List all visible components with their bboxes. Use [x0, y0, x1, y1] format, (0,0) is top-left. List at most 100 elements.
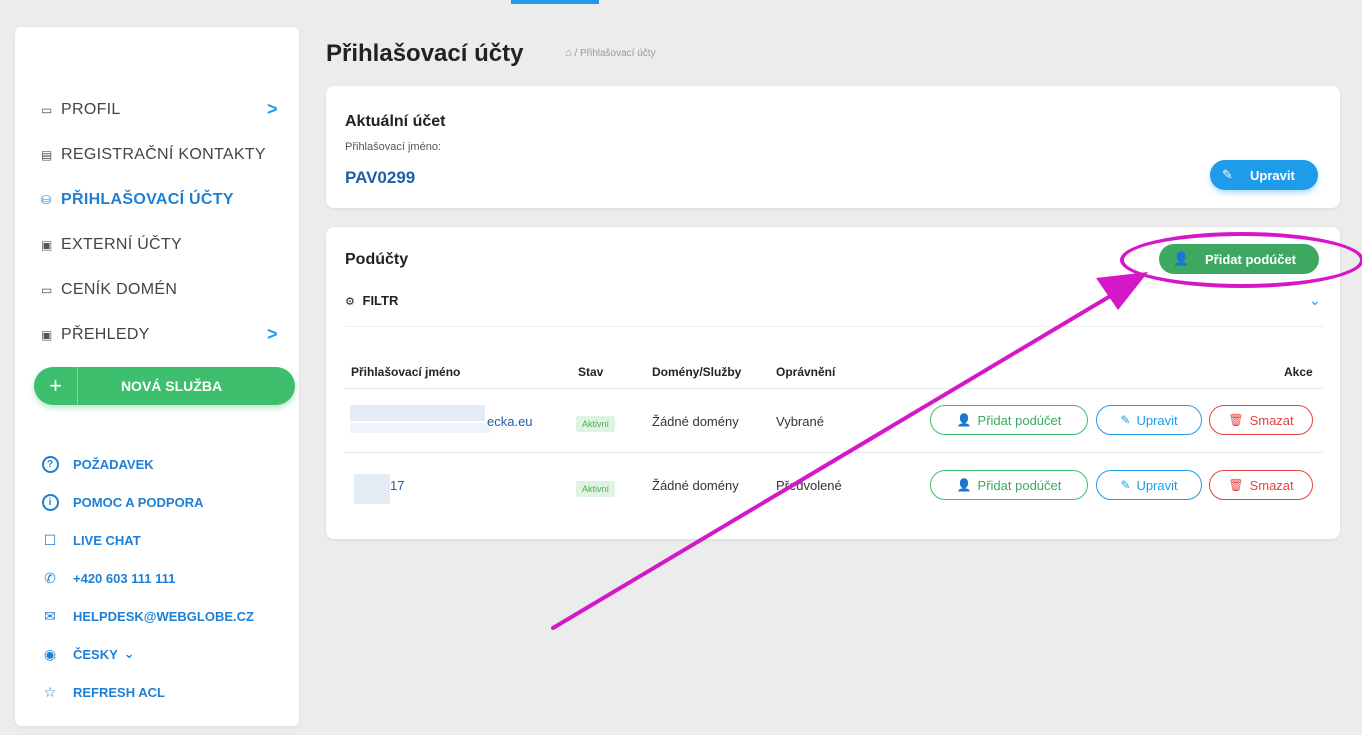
- support-item-refresh-acl[interactable]: ☆ REFRESH ACL: [41, 673, 301, 711]
- redacted-block: [350, 405, 485, 421]
- support-item-pomoc[interactable]: i POMOC A PODPORA: [41, 483, 301, 521]
- sidebar-item-cenik-domen[interactable]: ▭ CENÍK DOMÉN: [41, 267, 281, 312]
- row-login[interactable]: 17: [390, 478, 404, 493]
- sidebar-item-registracni-kontakty[interactable]: ▤ REGISTRAČNÍ KONTAKTY: [41, 132, 281, 177]
- support-item-label: POŽADAVEK: [73, 456, 154, 472]
- home-icon[interactable]: ⌂: [565, 47, 572, 59]
- window-icon: ▣: [41, 237, 53, 252]
- support-links: ? POŽADAVEK i POMOC A PODPORA ☐ LIVE CHA…: [41, 445, 301, 711]
- column-header-domains: Domény/Služby: [652, 365, 742, 379]
- divider: [345, 388, 1323, 389]
- sidebar-nav: ▭ PROFIL > ▤ REGISTRAČNÍ KONTAKTY ⛁ PŘIH…: [41, 87, 281, 357]
- star-icon: ☆: [43, 683, 57, 700]
- action-label: Upravit: [1136, 477, 1178, 493]
- support-item-label: REFRESH ACL: [73, 684, 165, 700]
- subaccounts-title: Podúčty: [345, 251, 409, 268]
- column-header-rights: Oprávnění: [776, 365, 836, 379]
- divider: [345, 452, 1323, 453]
- sidebar-item-externi-ucty[interactable]: ▣ EXTERNÍ ÚČTY: [41, 222, 281, 267]
- divider: [345, 326, 1323, 327]
- breadcrumb: ⌂ / Přihlašovací účty: [565, 47, 656, 59]
- action-label: Smazat: [1249, 412, 1294, 428]
- chevron-right-icon: >: [267, 324, 278, 344]
- page-title: Přihlašovací účty: [326, 40, 524, 67]
- action-label: Přidat podúčet: [977, 477, 1062, 493]
- question-circle-icon: ?: [41, 455, 59, 473]
- users-icon: ⛁: [41, 192, 52, 207]
- sidebar-item-label: EXTERNÍ ÚČTY: [61, 235, 182, 253]
- sidebar-item-prihlasovaci-ucty[interactable]: ⛁ PŘIHLAŠOVACÍ ÚČTY: [41, 177, 281, 222]
- action-label: Přidat podúčet: [977, 412, 1062, 428]
- add-subaccount-button[interactable]: 👤 Přidat podúčet: [930, 405, 1088, 435]
- redacted-block: [354, 474, 390, 504]
- info-circle-icon: i: [41, 493, 59, 511]
- edit-icon: ✎: [1222, 167, 1233, 182]
- add-user-icon: 👤: [1173, 251, 1190, 266]
- action-label: Upravit: [1136, 412, 1178, 428]
- sidebar-item-label: REGISTRAČNÍ KONTAKTY: [61, 145, 266, 163]
- edit-button[interactable]: ✎ Upravit: [1096, 405, 1202, 435]
- language-label: ČESKY: [73, 646, 118, 662]
- delete-button[interactable]: 🗑 Smazat: [1209, 470, 1313, 500]
- current-login-name: PAV0299: [345, 168, 416, 187]
- support-item-live-chat[interactable]: ☐ LIVE CHAT: [41, 521, 301, 559]
- delete-button[interactable]: 🗑 Smazat: [1209, 405, 1313, 435]
- add-subaccount-button[interactable]: 👤 Přidat podúčet: [930, 470, 1088, 500]
- edit-account-button[interactable]: ✎ Upravit: [1210, 160, 1318, 190]
- current-account-title: Aktuální účet: [345, 113, 446, 130]
- action-label: Smazat: [1249, 477, 1294, 493]
- support-item-label: HELPDESK@WEBGLOBE.CZ: [73, 608, 254, 624]
- edit-button-label: Upravit: [1250, 167, 1295, 183]
- language-selector[interactable]: ◉ ČESKY ⌄: [41, 635, 301, 673]
- support-item-email[interactable]: ✉ HELPDESK@WEBGLOBE.CZ: [41, 597, 301, 635]
- sidebar-item-label: CENÍK DOMÉN: [61, 280, 178, 298]
- edit-icon: ✎: [1120, 478, 1131, 492]
- row-domains: Žádné domény: [652, 478, 739, 493]
- add-user-icon: 👤: [956, 478, 972, 492]
- current-account-card: Aktuální účet Přihlašovací jméno: PAV029…: [326, 86, 1340, 208]
- new-service-button[interactable]: + NOVÁ SLUŽBA: [34, 367, 295, 405]
- new-service-label: NOVÁ SLUŽBA: [120, 378, 223, 394]
- column-header-login: Přihlašovací jméno: [351, 365, 461, 379]
- contacts-list-icon: ▤: [41, 147, 53, 162]
- add-subaccount-button[interactable]: 👤 Přidat podúčet: [1159, 244, 1319, 274]
- chevron-right-icon: >: [267, 99, 278, 119]
- support-item-label: +420 603 111 111: [73, 570, 176, 586]
- plus-icon: +: [34, 367, 78, 405]
- status-badge: Aktivní: [576, 416, 616, 432]
- row-rights: Vybrané: [776, 414, 824, 429]
- sidebar-item-label: PŘEHLEDY: [61, 325, 150, 343]
- sidebar-item-label: PROFIL: [61, 100, 121, 118]
- globe-icon: ◉: [43, 645, 57, 662]
- chat-bubble-icon: ☐: [43, 531, 57, 548]
- row-domains: Žádné domény: [652, 414, 739, 429]
- column-header-status: Stav: [578, 365, 604, 379]
- edit-button[interactable]: ✎ Upravit: [1096, 470, 1202, 500]
- trash-icon: 🗑: [1228, 413, 1244, 427]
- edit-icon: ✎: [1120, 413, 1131, 427]
- breadcrumb-current: / Přihlašovací účty: [574, 48, 656, 59]
- sidebar: ▭ PROFIL > ▤ REGISTRAČNÍ KONTAKTY ⛁ PŘIH…: [15, 27, 299, 726]
- support-item-pozadavek[interactable]: ? POŽADAVEK: [41, 445, 301, 483]
- sidebar-item-label: PŘIHLAŠOVACÍ ÚČTY: [61, 190, 234, 208]
- redacted-block: [350, 423, 490, 433]
- chevron-down-icon[interactable]: ⌄: [1309, 292, 1321, 309]
- sidebar-item-prehledy[interactable]: ▣ PŘEHLEDY >: [41, 312, 281, 357]
- filter-cogs-icon: ⚙: [345, 296, 355, 308]
- column-header-actions: Akce: [1284, 365, 1313, 379]
- filter-toggle[interactable]: ⚙ FILTR: [345, 293, 398, 308]
- filter-label: FILTR: [362, 293, 399, 308]
- phone-icon: ✆: [44, 569, 56, 586]
- top-accent-bar: [511, 0, 599, 4]
- support-item-phone[interactable]: ✆ +420 603 111 111: [41, 559, 301, 597]
- status-badge: Aktivní: [576, 481, 616, 497]
- id-card-icon: ▭: [41, 102, 53, 117]
- mail-icon: ✉: [44, 607, 56, 624]
- add-subaccount-label: Přidat podúčet: [1205, 251, 1297, 267]
- login-name-label: Přihlašovací jméno:: [345, 141, 441, 153]
- sidebar-item-profil[interactable]: ▭ PROFIL >: [41, 87, 281, 132]
- row-login[interactable]: ecka.eu: [487, 414, 533, 429]
- price-tag-icon: ▭: [41, 282, 53, 297]
- window-icon: ▣: [41, 327, 53, 342]
- support-item-label: LIVE CHAT: [73, 532, 141, 548]
